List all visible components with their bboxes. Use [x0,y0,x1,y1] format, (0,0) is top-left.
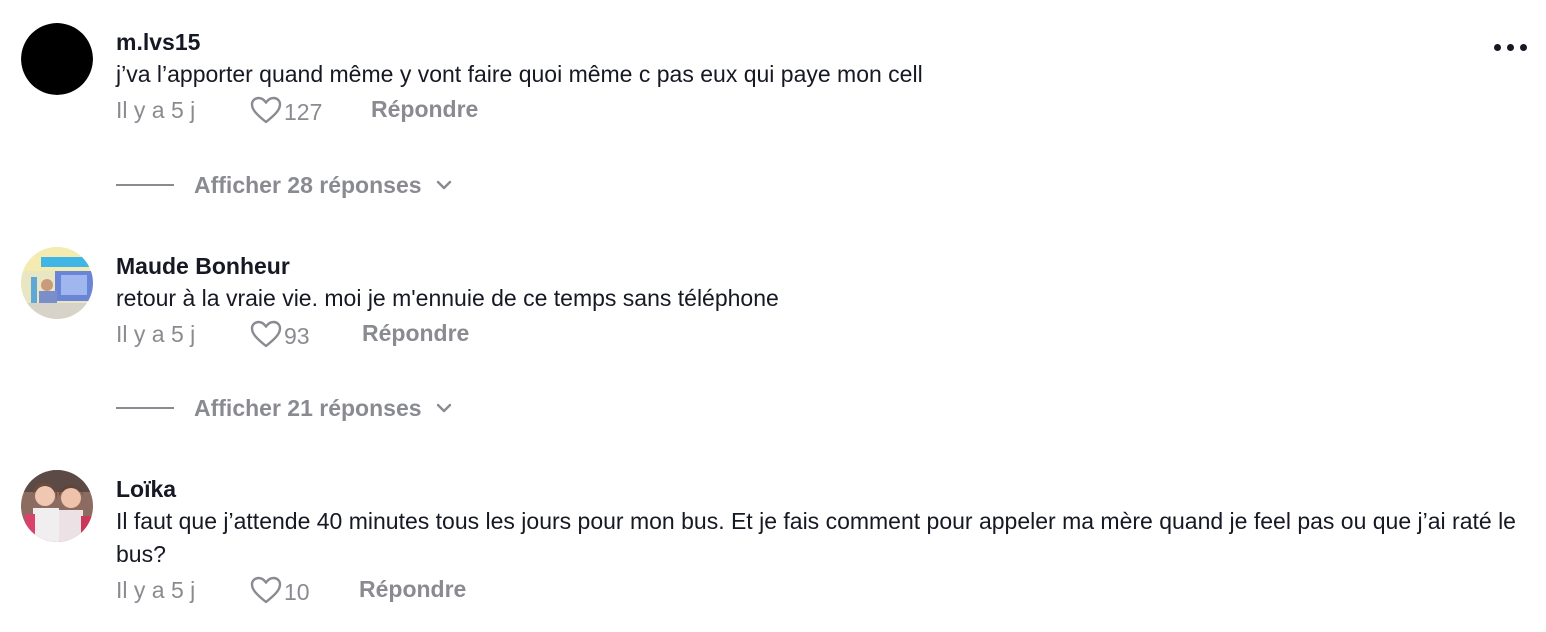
comment-username[interactable]: Maude Bonheur [116,252,1526,280]
comment-time: Il y a 5 j [116,97,196,123]
like-count: 10 [284,578,310,605]
avatar[interactable] [21,247,93,319]
replies-divider [116,407,174,409]
comment-text: j’va l’apporter quand même y vont faire … [116,61,923,87]
reply-button[interactable]: Répondre [359,576,466,603]
like-button[interactable]: 10 [250,575,310,605]
comment-body: Maude Bonheur retour à la vraie vie. moi… [116,252,1526,351]
show-replies-label: Afficher 28 réponses [194,171,422,198]
comment-meta: Il y a 5 j 10 Répondre [116,573,1526,607]
more-horizontal-icon-dot [1506,43,1514,51]
more-options-button[interactable] [1492,38,1528,56]
avatar[interactable] [21,470,93,542]
heart-outline-icon [250,320,282,348]
like-count: 127 [284,98,323,125]
avatar-image [21,23,93,95]
comment-text: retour à la vraie vie. moi je m'ennuie d… [116,285,779,311]
like-count: 93 [284,322,310,349]
heart-outline-icon [250,576,282,604]
avatar[interactable] [21,23,93,95]
avatar-image [21,470,93,542]
show-replies-label: Afficher 21 réponses [194,394,422,421]
more-horizontal-icon-dot [1493,43,1501,51]
like-button[interactable]: 93 [250,319,310,349]
heart-outline-icon [250,96,282,124]
more-horizontal-icon-dot [1519,43,1527,51]
chevron-down-icon [436,180,451,190]
comment-body: Loïka Il faut que j’attende 40 minutes t… [116,475,1526,607]
reply-button[interactable]: Répondre [371,96,478,123]
comment-time: Il y a 5 j [116,577,196,603]
avatar-image [21,247,93,319]
like-button[interactable]: 127 [250,95,322,125]
comment-text: Il faut que j’attende 40 minutes tous le… [116,508,1523,567]
show-replies-button[interactable]: Afficher 28 réponses [116,170,454,200]
show-replies-button[interactable]: Afficher 21 réponses [116,393,454,423]
comment-body: m.lvs15 j’va l’apporter quand même y von… [116,28,1526,127]
comments-panel: m.lvs15 j’va l’apporter quand même y von… [0,0,1546,632]
comment-time: Il y a 5 j [116,321,196,347]
reply-button[interactable]: Répondre [362,320,469,347]
comment-meta: Il y a 5 j 93 Répondre [116,317,1526,351]
replies-divider [116,184,174,186]
comment-username[interactable]: Loïka [116,475,1526,503]
comment-username[interactable]: m.lvs15 [116,28,1526,56]
comment-meta: Il y a 5 j 127 Répondre [116,93,1526,127]
chevron-down-icon [436,403,451,413]
